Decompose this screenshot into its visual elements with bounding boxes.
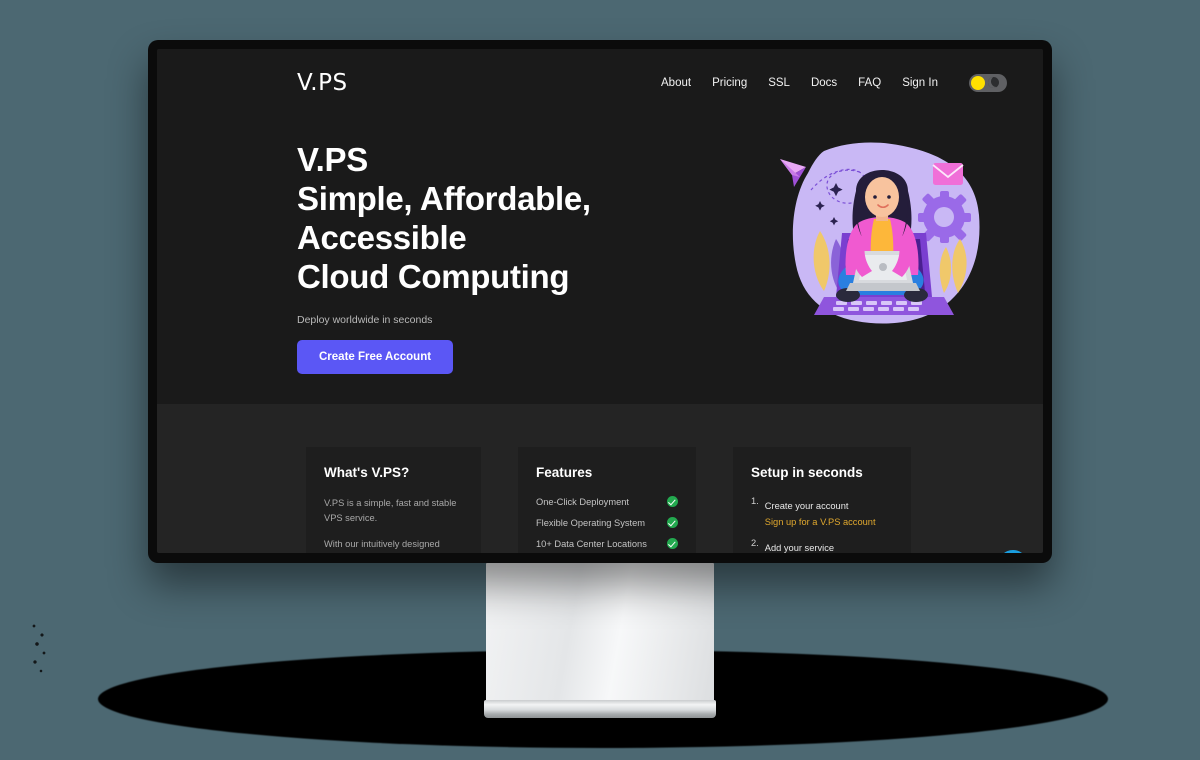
monitor-bezel: V.PS About Pricing SSL Docs FAQ Sign In [148,40,1052,563]
feature-label: 10+ Data Center Locations [536,538,647,549]
hero-title-line-3: Accessible [297,218,467,256]
theme-toggle[interactable] [969,74,1007,92]
hero-illustration [776,135,991,335]
monitor-stand-base [484,700,716,718]
create-free-account-button[interactable]: Create Free Account [297,339,454,374]
nav-link-pricing[interactable]: Pricing [712,77,747,89]
nav-link-faq[interactable]: FAQ [858,77,881,89]
hero-title-line-4: Cloud Computing [297,257,570,295]
step-subtitle[interactable]: Sign up for a V.PS account [765,517,876,527]
feature-row: Flexible Operating System [536,517,678,528]
hero-content: V.PS Simple, Affordable, Accessible Clou… [157,117,1043,374]
setup-step: 2. Add your service Select a service and… [751,538,893,553]
feature-label: One-Click Deployment [536,496,630,507]
card-setup: Setup in seconds 1. Create your account … [733,447,911,553]
card-whats-vps: What's V.PS? V.PS is a simple, fast and … [306,447,481,553]
hero-text-block: V.PS Simple, Affordable, Accessible Clou… [297,135,766,374]
hero-subtitle: Deploy worldwide in seconds [297,313,433,326]
hero-title-line-2: Simple, Affordable, [297,179,591,217]
step-title: Create your account [764,501,849,511]
card-paragraph: V.PS is a simple, fast and stable VPS se… [324,498,457,524]
nav-link-about[interactable]: About [661,77,691,89]
card-title: Features [536,465,593,480]
hero-section: V.PS About Pricing SSL Docs FAQ Sign In [157,49,1043,404]
moon-icon [987,76,1001,90]
card-title: Setup in seconds [751,465,863,480]
hero-title-line-1: V.PS [297,141,368,178]
step-number: 1. [751,496,759,506]
site-navbar: V.PS About Pricing SSL Docs FAQ Sign In [157,49,1043,117]
nav-link-sign-in[interactable]: Sign In [902,77,938,89]
woman-on-laptop-illustration [780,142,980,324]
monitor-screen: V.PS About Pricing SSL Docs FAQ Sign In [157,49,1043,553]
monitor-stand-neck [486,563,714,703]
site-logo[interactable]: V.PS [297,70,348,96]
card-title: What's V.PS? [324,465,410,480]
check-circle-icon [667,538,678,549]
check-circle-icon [667,517,678,528]
feature-label: Flexible Operating System [536,517,646,528]
info-section: What's V.PS? V.PS is a simple, fast and … [157,404,1043,553]
info-cards: What's V.PS? V.PS is a simple, fast and … [157,404,1043,553]
hero-title: V.PS Simple, Affordable, Accessible Clou… [297,141,766,297]
step-title: Add your service [764,543,835,553]
step-number: 2. [751,538,759,548]
nav-links: About Pricing SSL Docs FAQ Sign In [661,74,1007,92]
setup-step: 1. Create your account Sign up for a V.P… [751,496,893,527]
card-paragraph: With our intuitively designed services, … [324,539,440,550]
feature-row: 10+ Data Center Locations [536,538,678,549]
sun-icon [971,76,985,90]
desktop-scene: V.PS About Pricing SSL Docs FAQ Sign In [0,0,1200,760]
nav-link-docs[interactable]: Docs [811,77,837,89]
card-features: Features One-Click Deployment Flexible O… [518,447,696,553]
website-viewport: V.PS About Pricing SSL Docs FAQ Sign In [157,49,1043,553]
check-circle-icon [667,496,678,507]
nav-link-ssl[interactable]: SSL [768,77,790,89]
feature-row: One-Click Deployment [536,496,678,507]
speckle-artifact [30,620,50,680]
